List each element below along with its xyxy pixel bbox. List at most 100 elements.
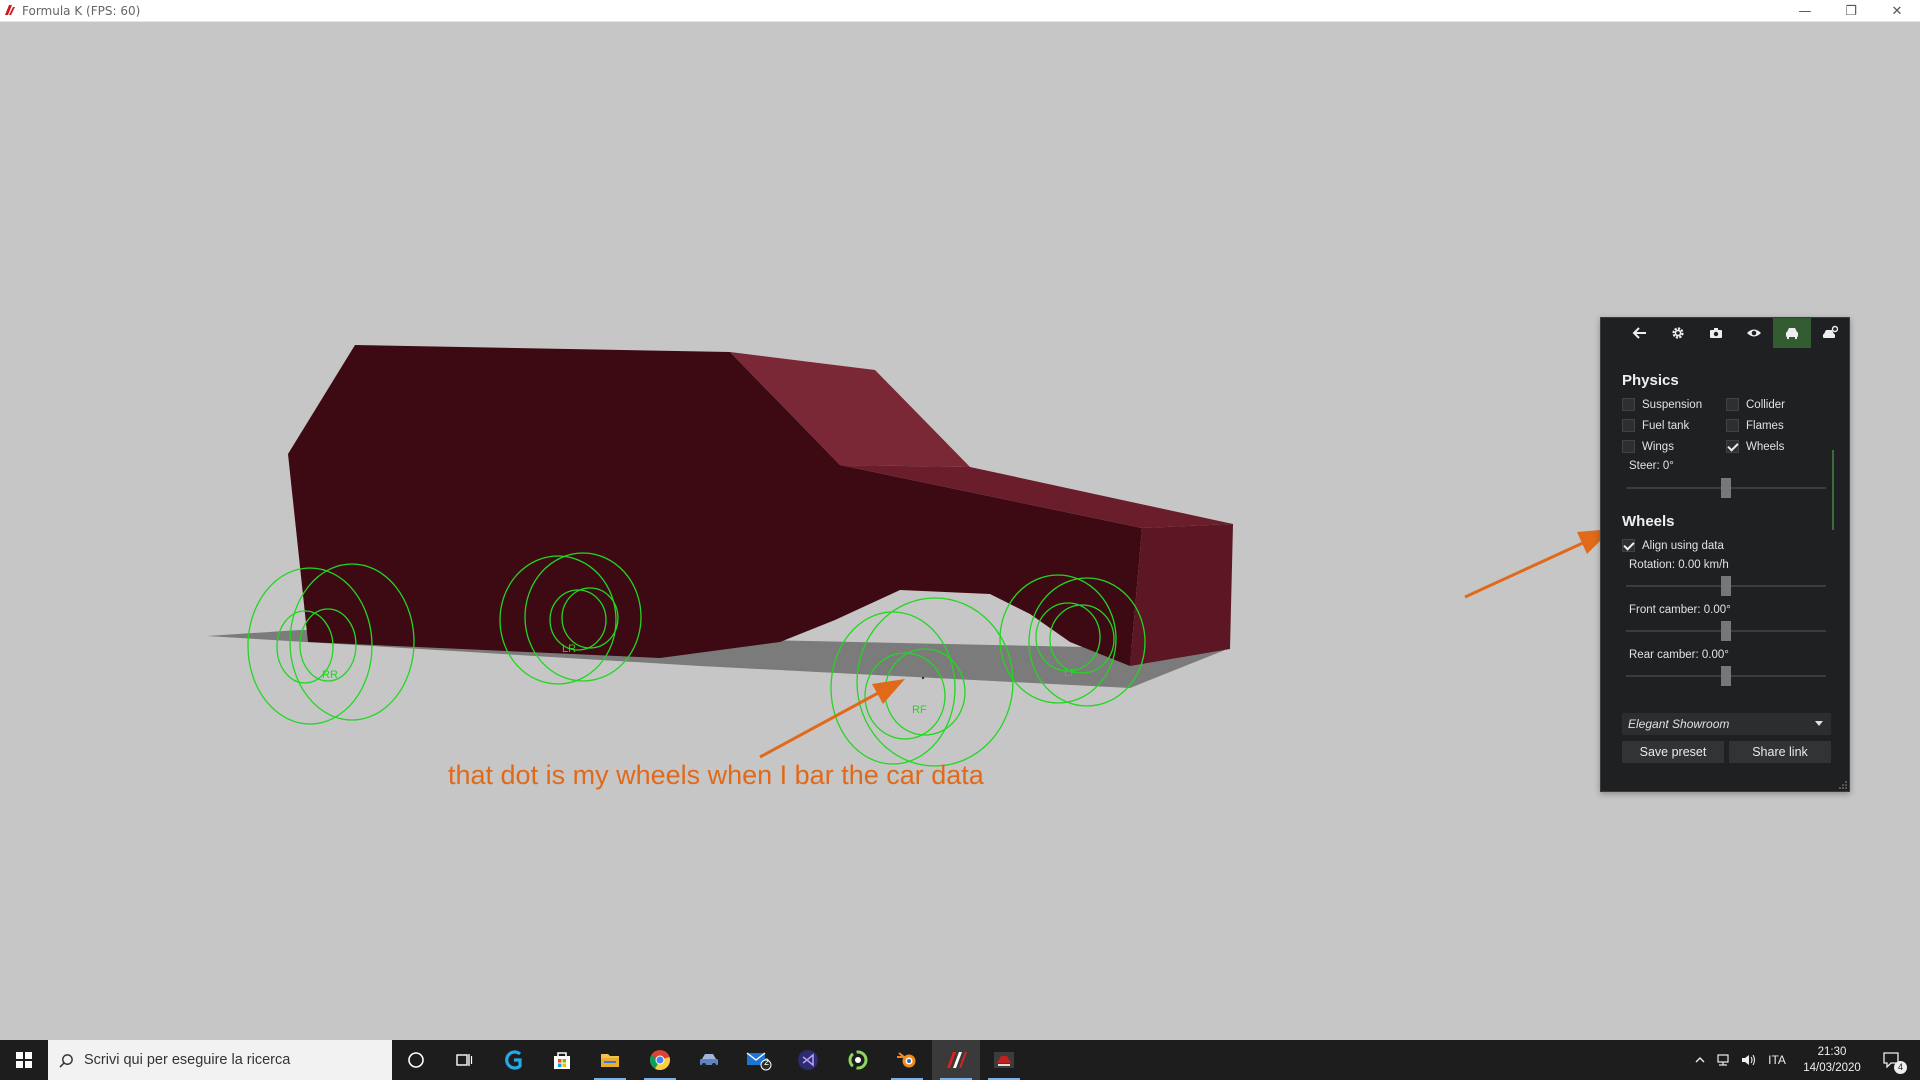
wheel-rf [830,597,1014,767]
start-button[interactable] [0,1040,48,1080]
camera-icon [1710,328,1722,338]
taskbar-clock[interactable]: 21:30 14/03/2020 [1792,1044,1872,1076]
chrome-icon [649,1050,670,1071]
cortana-button[interactable] [392,1040,440,1080]
store-bag-icon [554,1052,570,1069]
resize-grip-icon[interactable] [1839,781,1847,789]
car-settings-icon [1823,325,1838,338]
chevron-up-icon [1695,1057,1705,1063]
eye-icon [1747,329,1761,337]
rotation-slider-thumb[interactable] [1721,576,1731,596]
flames-box [1726,419,1739,432]
taskbar-app-explorer[interactable] [586,1040,634,1080]
visual-studio-icon [798,1050,818,1070]
wheel-label-lr: LR [562,643,576,655]
mail-badge: 2 [764,1057,770,1067]
save-preset-button[interactable]: Save preset [1622,741,1724,763]
physics-title: Physics [1622,372,1679,389]
folder-icon [601,1054,619,1067]
taskbar-app-visual-studio[interactable] [784,1040,832,1080]
panel-scrollbar[interactable] [1832,450,1834,530]
taskbar-app-mail[interactable]: 2 [735,1040,783,1080]
racing-game-icon [994,1052,1014,1068]
action-center-button[interactable]: 4 [1872,1040,1912,1080]
collider-label: Collider [1746,398,1785,411]
car-icon [1786,328,1798,339]
front-camber-slider-thumb[interactable] [1721,621,1731,641]
window-titlebar: Formula K (FPS: 60) — ❐ ✕ [0,0,1920,22]
wheel-label-lf: LF [1064,667,1077,679]
suspension-label: Suspension [1642,398,1703,411]
taskbar-app-blender[interactable] [883,1040,931,1080]
taskbar-app-logitech[interactable] [490,1040,538,1080]
clock-date: 14/03/2020 [1803,1062,1861,1074]
task-view-button[interactable] [440,1040,488,1080]
network-icon [1717,1054,1729,1066]
tab-view[interactable] [1735,318,1773,348]
minimize-button[interactable]: — [1782,0,1828,22]
tab-car[interactable] [1773,318,1811,348]
fuel-tank-checkbox[interactable]: Fuel tank [1622,419,1689,432]
align-using-data-label: Align using data [1642,539,1724,552]
align-using-data-checkbox[interactable]: Align using data [1622,539,1724,552]
taskbar-app-chrome[interactable] [636,1040,684,1080]
logitech-g-icon [505,1050,522,1070]
rear-camber-slider[interactable] [1626,666,1826,686]
flames-checkbox[interactable]: Flames [1726,419,1784,432]
wings-label: Wings [1642,440,1674,453]
chevron-down-icon [1815,721,1823,726]
tab-back[interactable] [1621,318,1659,348]
rotation-label: Rotation: 0.00 km/h [1629,559,1729,571]
panel-tabs [1601,318,1851,348]
taskbar: Scrivi qui per eseguire la ricerca 2 ITA… [0,1040,1920,1080]
tab-settings[interactable] [1659,318,1697,348]
settings-panel[interactable]: Physics Suspension Collider Fuel tank Fl… [1600,317,1850,792]
taskbar-app-car[interactable] [685,1040,733,1080]
steer-slider-thumb[interactable] [1721,478,1731,498]
wheel-label-rr: RR [322,669,338,681]
taskbar-app-formula-k[interactable] [932,1040,980,1080]
collider-checkbox[interactable]: Collider [1726,398,1785,411]
front-camber-slider[interactable] [1626,621,1826,641]
wheels-box [1726,440,1739,453]
rear-camber-label: Rear camber: 0.00° [1629,649,1729,661]
taskbar-app-store[interactable] [538,1040,586,1080]
wheels-checkbox[interactable]: Wheels [1726,440,1784,453]
rear-camber-slider-thumb[interactable] [1721,666,1731,686]
taskbar-app-racing-game[interactable] [980,1040,1028,1080]
wings-box [1622,440,1635,453]
gear-icon [1672,327,1684,339]
search-icon [58,1053,73,1068]
steer-slider[interactable] [1626,478,1826,498]
tab-camera[interactable] [1697,318,1735,348]
input-language-button[interactable]: ITA [1762,1040,1792,1080]
restore-button[interactable]: ❐ [1828,0,1874,22]
search-placeholder: Scrivi qui per eseguire la ricerca [84,1052,291,1068]
preset-select[interactable]: Elegant Showroom [1622,713,1831,735]
window-title: Formula K (FPS: 60) [22,4,141,18]
share-link-button[interactable]: Share link [1729,741,1831,763]
back-arrow-icon [1632,327,1646,339]
network-tray-button[interactable] [1712,1040,1736,1080]
volume-tray-button[interactable] [1736,1040,1760,1080]
show-hidden-icons-button[interactable] [1688,1040,1712,1080]
steer-label: Steer: 0° [1629,460,1674,472]
flames-label: Flames [1746,419,1784,432]
taskbar-app-sync[interactable] [834,1040,882,1080]
3d-viewport[interactable]: RR LR RF LF that dot is my wheels when I… [0,22,1920,1040]
tab-car-settings[interactable] [1811,318,1849,348]
preset-select-value: Elegant Showroom [1628,717,1730,731]
fuel-tank-box [1622,419,1635,432]
close-button[interactable]: ✕ [1874,0,1920,22]
front-camber-label: Front camber: 0.00° [1629,604,1731,616]
task-view-icon [456,1054,473,1066]
wings-checkbox[interactable]: Wings [1622,440,1674,453]
formula-k-icon [947,1052,967,1068]
suspension-checkbox[interactable]: Suspension [1622,398,1702,411]
wheels-title: Wheels [1622,513,1675,530]
taskbar-search[interactable]: Scrivi qui per eseguire la ricerca [48,1040,392,1080]
wheel-label-rf: RF [912,704,927,716]
speaker-icon [1742,1054,1756,1066]
windows-logo-icon [16,1052,32,1068]
rotation-slider[interactable] [1626,576,1826,596]
